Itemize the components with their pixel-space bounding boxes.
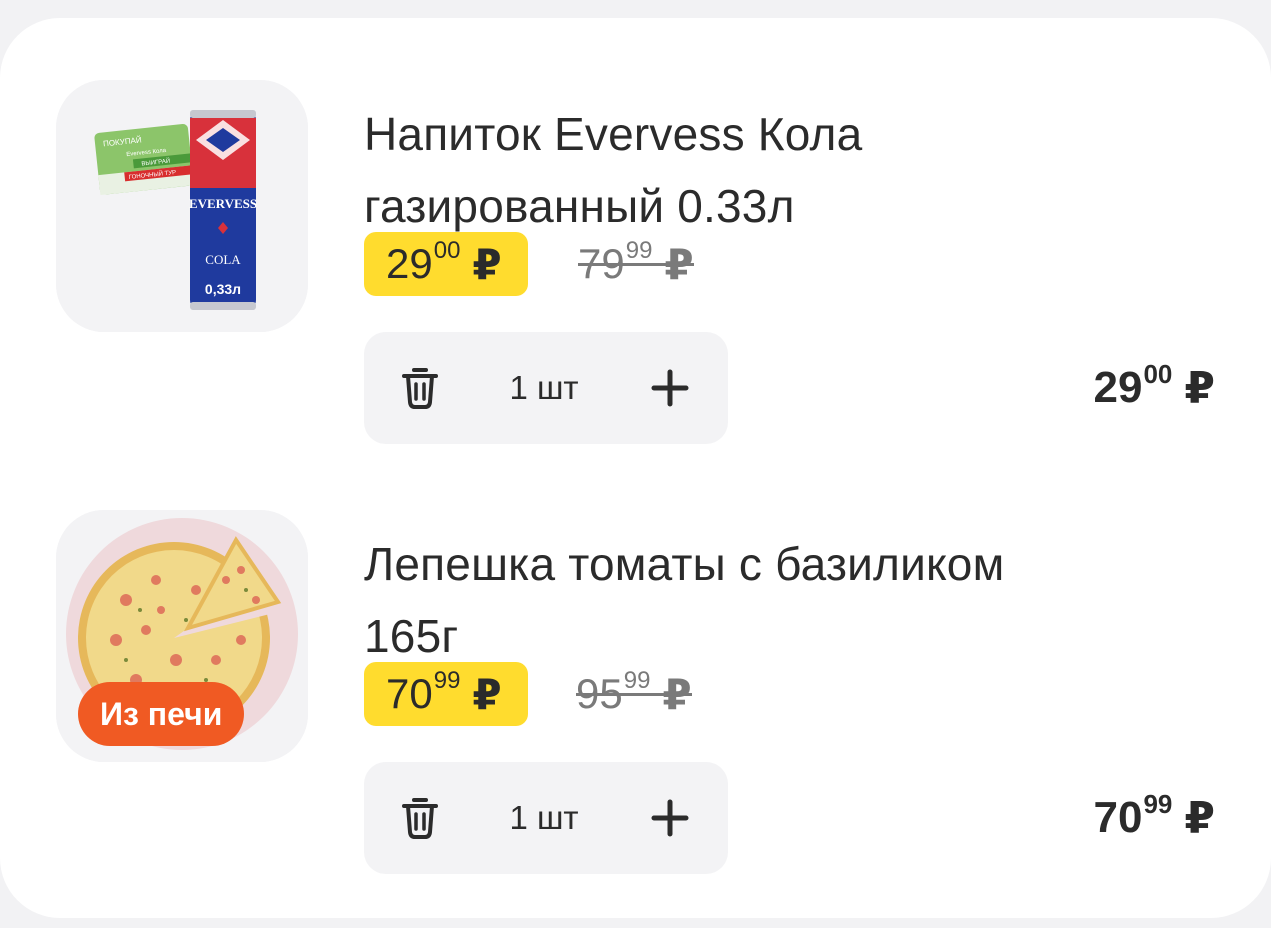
product-title[interactable]: Напиток Evervess Кола газированный 0.33л xyxy=(364,98,1184,242)
add-button[interactable] xyxy=(644,362,696,414)
total-integer: 70 xyxy=(1093,793,1143,842)
remove-button[interactable] xyxy=(394,362,446,414)
product-image[interactable]: Из печи xyxy=(56,510,308,762)
trash-icon xyxy=(402,368,438,409)
currency-sign: ₽ xyxy=(662,670,692,718)
quantity-value: 1 шт xyxy=(509,799,579,836)
quantity-value: 1 шт xyxy=(509,369,579,406)
can-brand-text: EVERVESS xyxy=(189,196,257,211)
add-button[interactable] xyxy=(644,792,696,844)
plus-icon xyxy=(651,369,689,407)
currency-sign: ₽ xyxy=(472,240,502,288)
oven-badge: Из печи xyxy=(78,682,245,746)
currency-sign: ₽ xyxy=(472,670,502,718)
remove-button[interactable] xyxy=(394,792,446,844)
current-price: 29 00 ₽ xyxy=(364,232,528,296)
quantity-stepper: 1 шт xyxy=(364,332,728,444)
product-title-line: Напиток Evervess Кола xyxy=(364,108,863,160)
can-volume-text: 0,33л xyxy=(205,281,241,297)
price-decimal: 99 xyxy=(623,667,651,694)
price-integer: 79 xyxy=(578,240,625,287)
can-label-text: COLA xyxy=(205,252,241,267)
product-title-line: Лепешка томаты с базиликом xyxy=(364,538,1005,590)
product-title[interactable]: Лепешка томаты с базиликом 165г xyxy=(364,528,1184,672)
total-integer: 29 xyxy=(1093,363,1143,412)
price-decimal: 99 xyxy=(625,237,653,264)
current-price: 70 99 ₽ xyxy=(364,662,528,726)
price-integer: 70 xyxy=(386,670,433,717)
cart-card: ПОКУПАЙ Evervess Кола ВЫИГРАЙ ГОНОЧНЫЙ Т… xyxy=(0,18,1271,918)
evervess-cola-can-image: ПОКУПАЙ Evervess Кола ВЫИГРАЙ ГОНОЧНЫЙ Т… xyxy=(56,80,308,332)
total-decimal: 00 xyxy=(1143,358,1173,389)
old-price: 79 99 ₽ xyxy=(578,232,694,296)
price-integer: 95 xyxy=(576,670,623,717)
trash-icon xyxy=(402,798,438,839)
price-decimal: 99 xyxy=(433,667,461,694)
price-integer: 29 xyxy=(386,240,433,287)
old-price: 95 99 ₽ xyxy=(576,662,692,726)
item-total: 70 99 ₽ xyxy=(1094,778,1216,858)
item-total: 29 00 ₽ xyxy=(1094,348,1216,428)
product-image[interactable]: ПОКУПАЙ Evervess Кола ВЫИГРАЙ ГОНОЧНЫЙ Т… xyxy=(56,80,308,332)
price-decimal: 00 xyxy=(433,237,461,264)
currency-sign: ₽ xyxy=(664,240,694,288)
total-decimal: 99 xyxy=(1143,788,1173,819)
plus-icon xyxy=(651,799,689,837)
currency-sign: ₽ xyxy=(1184,793,1215,843)
quantity-stepper: 1 шт xyxy=(364,762,728,874)
currency-sign: ₽ xyxy=(1184,363,1215,413)
